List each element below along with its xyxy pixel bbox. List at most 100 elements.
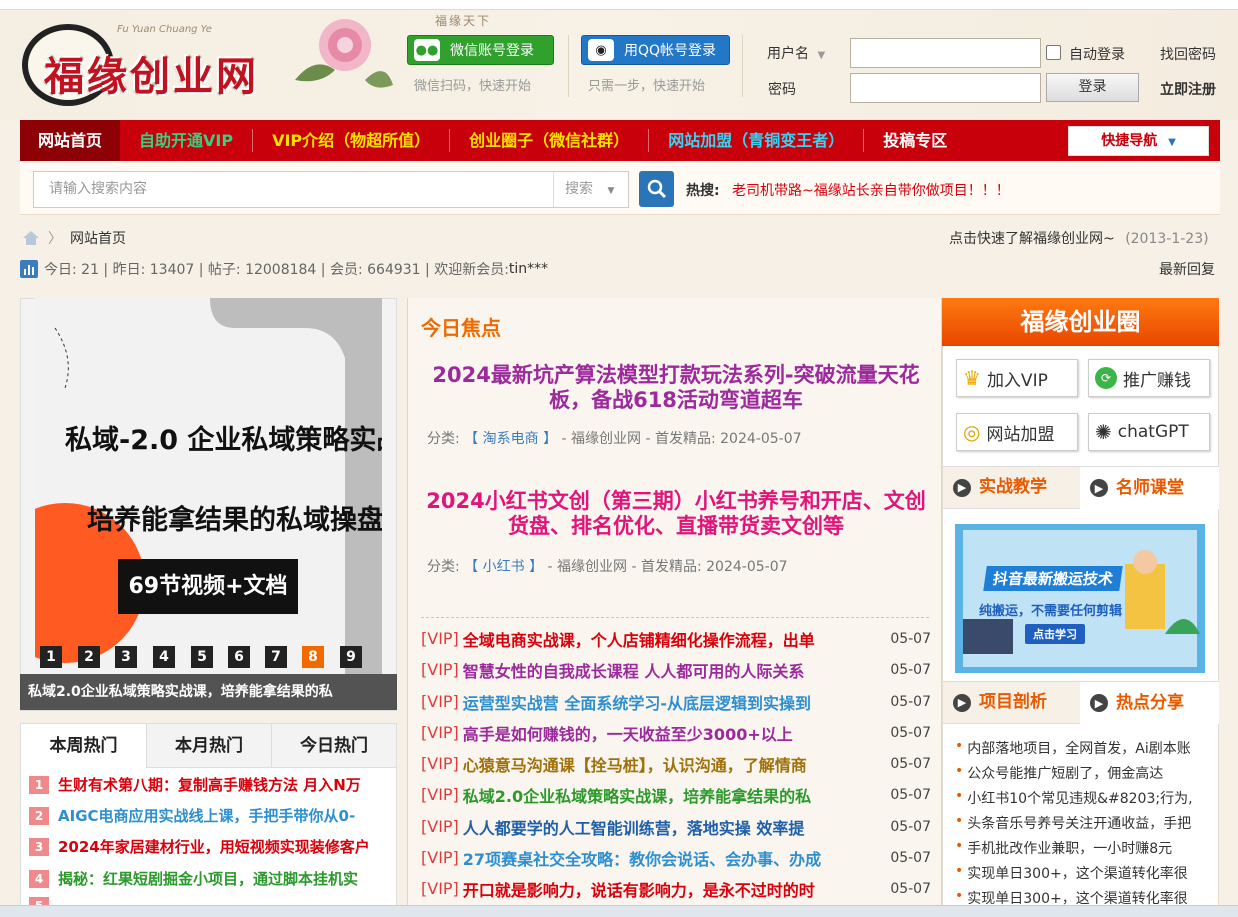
- tab-practical-teaching[interactable]: ▶ 实战教学: [943, 466, 1080, 509]
- item-date: 05-07: [890, 755, 931, 772]
- item-date: 05-07: [890, 724, 931, 741]
- slide-dot-8[interactable]: 8: [302, 646, 324, 668]
- promo-illustration: [955, 524, 1205, 673]
- nav-community[interactable]: 创业圈子（微信社群）: [450, 120, 648, 161]
- home-icon[interactable]: [22, 230, 40, 246]
- auto-login-label: 自动登录: [1069, 47, 1125, 63]
- tab-project-analysis[interactable]: ▶ 项目剖析: [943, 681, 1080, 724]
- headline-1[interactable]: 2024最新坑产算法模型打款玩法系列-突破流量天花板，备战618活动弯道超车: [420, 363, 932, 413]
- list-item[interactable]: 3 2024年家居建材行业，用短视频实现装修客户: [29, 831, 391, 862]
- nav-submit[interactable]: 投稿专区: [864, 120, 966, 161]
- banner-line1: 私域-2.0 企业私域策略实战课: [65, 425, 382, 456]
- search-type-select[interactable]: 搜索 ▼: [553, 171, 629, 208]
- stats-text: 今日: 21 | 昨日: 13407 | 帖子: 12008184 | 会员: …: [44, 262, 509, 278]
- list-item[interactable]: • 小红书10个常见违规&#8203;行为,: [955, 788, 1213, 808]
- tab-master-class[interactable]: ▶ 名师课堂: [1080, 466, 1219, 509]
- meta-category[interactable]: 【 淘系电商 】: [464, 431, 557, 447]
- vip-tag: [VIP]: [421, 879, 459, 898]
- nav-vip-intro[interactable]: VIP介绍（物超所值）: [253, 120, 449, 161]
- list-item[interactable]: [VIP] 全域电商实战课，个人店铺精细化操作流程，出单 05-07: [421, 623, 931, 654]
- auto-login-checkbox[interactable]: [1046, 45, 1061, 60]
- slide-dot-2[interactable]: 2: [78, 646, 100, 668]
- list-item[interactable]: [VIP] 高手是如何赚钱的，一天收益至少3000+以上 05-07: [421, 717, 931, 748]
- slide-dot-3[interactable]: 3: [115, 646, 137, 668]
- forgot-password-link[interactable]: 找回密码: [1160, 44, 1216, 64]
- promo-image[interactable]: 抖音最新搬运技术 纯搬运，不需要任何剪辑 点击学习: [955, 524, 1205, 673]
- item-title: 心猿意马沟通课【拴马桩】，认识沟通，了解情商: [462, 755, 807, 775]
- item-date: 05-07: [890, 818, 931, 835]
- slide-dot-5[interactable]: 5: [191, 646, 213, 668]
- list-item[interactable]: [VIP] 心猿意马沟通课【拴马桩】，认识沟通，了解情商 05-07: [421, 748, 931, 779]
- hot-search-link[interactable]: 老司机带路~福缘站长亲自带你做项目！！！: [732, 180, 1010, 200]
- item-title: 头条音乐号养号关注开通收益，手把: [967, 816, 1192, 832]
- headline-2-meta: 分类: 【 小红书 】 - 福缘创业网 - 首发精品: 2024-05-07: [427, 556, 788, 576]
- nav-home[interactable]: 网站首页: [20, 120, 121, 161]
- qq-login-button[interactable]: ◉ 用QQ帐号登录: [581, 35, 730, 65]
- wechat-login-button[interactable]: ●● 微信账号登录: [407, 35, 554, 65]
- new-member-link[interactable]: tin***: [509, 261, 548, 277]
- headline-2[interactable]: 2024小红书文创（第三期）小红书养号和开店、文创货盘、排名优化、直播带货卖文创…: [420, 489, 932, 539]
- search-icon: [647, 179, 666, 199]
- list-item[interactable]: • 手机批改作业兼职，一小时赚8元: [955, 838, 1213, 858]
- slide-dot-7[interactable]: 7: [265, 646, 287, 668]
- play-icon: ▶: [953, 478, 971, 497]
- tab-today-hot[interactable]: 今日热门: [272, 724, 396, 768]
- site-intro-link[interactable]: 点击快速了解福缘创业网~ (2013-1-23): [949, 228, 1209, 248]
- list-item[interactable]: 2 AIGC电商应用实战线上课，手把手带你从0-: [29, 800, 391, 831]
- tab-hot-share[interactable]: ▶ 热点分享: [1080, 681, 1219, 724]
- slide-dot-9[interactable]: 9: [340, 646, 362, 668]
- divider: [742, 35, 743, 97]
- slide-dot-6[interactable]: 6: [228, 646, 250, 668]
- list-item[interactable]: [VIP] 智慧女性的自我成长课程 人人都可用的人际关系 05-07: [421, 654, 931, 685]
- banner-slide[interactable]: 私域-2.0 企业私域策略实战课 培养能拿结果的私域操盘手 69节视频+文档: [35, 298, 382, 674]
- username-type-select[interactable]: 用户名 ▼: [767, 43, 825, 63]
- list-item[interactable]: • 内部落地项目，全网首发，Ai剧本账: [955, 738, 1213, 758]
- promote-earn-button[interactable]: ⟳ 推广赚钱: [1088, 359, 1210, 397]
- list-item[interactable]: [VIP] 开口就是影响力，说话有影响力，是永不过时的时 05-07: [421, 873, 931, 904]
- stats-chart-icon: [20, 260, 38, 278]
- nav-open-vip[interactable]: 自助开通VIP: [120, 120, 252, 161]
- meta-category[interactable]: 【 小红书 】: [464, 559, 543, 575]
- search-button[interactable]: [639, 171, 674, 207]
- horizontal-scrollbar[interactable]: [0, 905, 1238, 917]
- tab-practical-teaching-label: 实战教学: [979, 477, 1047, 497]
- join-vip-button[interactable]: ♛ 加入VIP: [956, 359, 1078, 397]
- list-item[interactable]: • 实现单日300+，这个渠道转化率很: [955, 863, 1213, 883]
- list-item[interactable]: [VIP] 运营型实战营 全面系统学习-从底层逻辑到实操到 05-07: [421, 686, 931, 717]
- tab-month-hot[interactable]: 本月热门: [147, 724, 272, 768]
- join-vip-label: 加入VIP: [986, 370, 1048, 391]
- login-button[interactable]: 登录: [1046, 73, 1139, 102]
- banner-caption[interactable]: 私域2.0企业私域策略实战课，培养能拿结果的私: [20, 674, 397, 710]
- nav-franchise[interactable]: 网站加盟（青铜变王者）: [649, 120, 863, 161]
- vip-tag: [VIP]: [421, 629, 459, 648]
- list-item[interactable]: 1 生财有术第八期：复制高手赚钱方法 月入N万: [29, 769, 391, 800]
- quick-nav-label: 快捷导航: [1101, 133, 1158, 149]
- bullet-icon: •: [955, 738, 964, 754]
- chatgpt-button[interactable]: ✺ chatGPT: [1088, 413, 1210, 451]
- promote-earn-label: 推广赚钱: [1123, 370, 1191, 391]
- register-link[interactable]: 立即注册: [1160, 79, 1216, 99]
- wechat-icon: ●●: [414, 39, 440, 61]
- site-logo[interactable]: Fu Yuan Chuang Ye 福缘创业网: [22, 22, 274, 108]
- list-item[interactable]: • 头条音乐号养号关注开通收益，手把: [955, 813, 1213, 833]
- slide-dot-4[interactable]: 4: [153, 646, 175, 668]
- rank-title: 揭秘：红果短剧掘金小项目，通过脚本挂机实: [58, 870, 359, 888]
- tab-week-hot[interactable]: 本周热门: [21, 724, 147, 768]
- list-item[interactable]: 4 揭秘：红果短剧掘金小项目，通过脚本挂机实: [29, 863, 391, 894]
- breadcrumb-home[interactable]: 网站首页: [70, 228, 126, 248]
- quick-nav-dropdown[interactable]: 快捷导航 ▼: [1068, 126, 1209, 156]
- search-input[interactable]: 请输入搜索内容: [33, 171, 554, 208]
- slide-dot-1[interactable]: 1: [40, 646, 62, 668]
- rank-number: 3: [29, 837, 49, 856]
- list-item[interactable]: [VIP] 27项赛桌社交全攻略：教你会说话、会办事、办成 05-07: [421, 842, 931, 873]
- list-item[interactable]: • 公众号能推广短剧了，佣金高达: [955, 763, 1213, 783]
- latest-replies-link[interactable]: 最新回复: [1159, 259, 1215, 279]
- list-item[interactable]: [VIP] 人人都要学的人工智能训练营，落地实操 效率提 05-07: [421, 811, 931, 842]
- username-input[interactable]: [850, 38, 1041, 68]
- item-title: 运营型实战营 全面系统学习-从底层逻辑到实操到: [462, 693, 812, 713]
- password-input[interactable]: [850, 73, 1041, 103]
- list-item[interactable]: [VIP] 私域2.0企业私域策略实战课，培养能拿结果的私 05-07: [421, 779, 931, 810]
- franchise-button[interactable]: ◎ 网站加盟: [956, 413, 1078, 451]
- nav-vip-intro-label: VIP介绍（物超所值）: [272, 131, 431, 150]
- crown-icon: ♛: [963, 366, 981, 390]
